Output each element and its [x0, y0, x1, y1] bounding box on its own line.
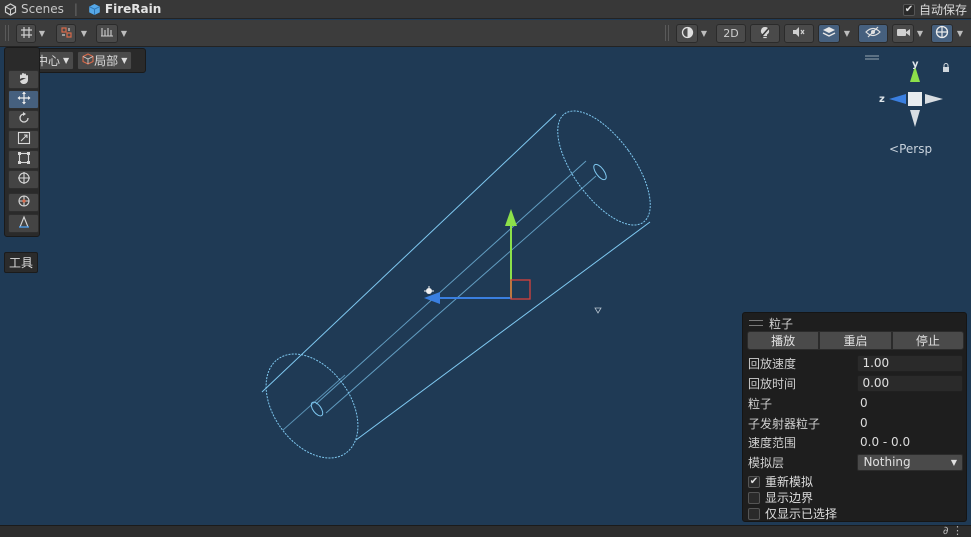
tools-overlay-label: 工具 — [8, 256, 33, 270]
playback-time-row: 回放时间 0.00 — [748, 374, 963, 392]
resimulate-checkbox[interactable]: ✔ — [748, 475, 760, 488]
play-button[interactable]: 播放 — [747, 331, 820, 350]
scale-icon — [17, 131, 31, 148]
simulation-layers-dropdown[interactable]: Nothing ▼ — [857, 453, 963, 471]
particles-label: 粒子 — [748, 396, 773, 411]
gizmo-z-cone[interactable] — [889, 94, 906, 104]
transform-all-icon — [17, 171, 31, 188]
rotate-icon — [17, 111, 31, 128]
projection-label: Persp — [899, 142, 933, 156]
gizmo-xy-plane-handle[interactable] — [510, 279, 531, 300]
simulation-layers-label: 模拟层 — [748, 455, 785, 470]
rotate-tool-button[interactable] — [8, 110, 39, 129]
gizmo-z-axis-arrow[interactable] — [424, 292, 440, 304]
local-cube-icon — [82, 53, 94, 68]
panel-grip-icon — [749, 320, 763, 326]
move-tool-button[interactable] — [8, 90, 39, 109]
playback-time-label: 回放时间 — [748, 376, 797, 391]
chevron-down-icon: ▼ — [121, 56, 128, 65]
chevron-down-icon: ▼ — [950, 457, 957, 467]
show-bounds-checkbox[interactable] — [748, 491, 760, 504]
sub-emitter-value: 0 — [860, 416, 868, 430]
hand-icon — [17, 71, 31, 88]
pivot-local-label: 局部 — [94, 54, 119, 68]
cone-edit-icon — [17, 215, 31, 232]
resimulate-toggle[interactable]: ✔ 重新模拟 — [748, 474, 813, 489]
show-bounds-label: 显示边界 — [765, 491, 814, 505]
persp-arrow-icon: < — [889, 142, 900, 156]
chevron-down-icon: ▼ — [63, 56, 70, 65]
show-selected-only-label: 仅显示已选择 — [765, 507, 838, 521]
gizmo-z-label: z — [879, 94, 885, 105]
pivot-local-button[interactable]: 局部 ▼ — [77, 51, 133, 70]
particle-playback-buttons: 播放 重启 停止 — [747, 331, 964, 350]
show-selected-only-toggle[interactable]: 仅显示已选择 — [748, 506, 837, 521]
tools-overlay-toggle[interactable]: 工具 — [4, 252, 38, 273]
gizmo-center-cube[interactable] — [908, 92, 922, 106]
particle-move-icon — [17, 194, 31, 211]
simulation-layers-row: 模拟层 Nothing ▼ — [748, 453, 963, 471]
light-bulb-scene-icon — [424, 286, 434, 294]
tools-overlay-panel — [4, 47, 40, 237]
rect-transform-icon — [17, 151, 31, 168]
scale-tool-button[interactable] — [8, 130, 39, 149]
shape-edit-tool-button[interactable] — [8, 214, 39, 233]
particle-effect-panel: 粒子 播放 重启 停止 回放速度 1.00 回放时间 0.00 粒子 0 子发射… — [742, 312, 967, 522]
particles-value: 0 — [860, 396, 868, 410]
status-bar: ∂ ⋮ — [0, 524, 971, 537]
speed-range-label: 速度范围 — [748, 435, 797, 450]
sub-emitter-row: 子发射器粒子 0 — [748, 414, 963, 432]
gizmo-neg-y-cone[interactable] — [910, 110, 920, 127]
stop-button[interactable]: 停止 — [891, 331, 964, 350]
resimulate-label: 重新模拟 — [765, 475, 814, 489]
sparkle-scene-icon — [594, 307, 602, 314]
gizmo-y-axis-arrow[interactable] — [505, 209, 517, 226]
particle-panel-header[interactable]: 粒子 — [749, 315, 793, 331]
speed-range-value: 0.0 - 0.0 — [860, 435, 911, 449]
simulation-layers-value: Nothing — [863, 455, 911, 469]
playback-speed-field[interactable]: 1.00 — [857, 354, 963, 372]
orientation-gizmo[interactable]: y z — [865, 55, 943, 127]
gizmo-neg-z-cone[interactable] — [925, 94, 943, 104]
move-arrows-icon — [17, 91, 31, 108]
custom-tool-button[interactable] — [8, 193, 39, 212]
projection-toggle[interactable]: <Persp — [889, 142, 932, 156]
speed-range-row: 速度范围 0.0 - 0.0 — [748, 433, 963, 451]
gizmo-y-label: y — [912, 59, 919, 70]
lock-icon[interactable] — [942, 63, 950, 75]
show-bounds-toggle[interactable]: 显示边界 — [748, 490, 813, 505]
particle-panel-title: 粒子 — [769, 316, 794, 331]
show-selected-only-checkbox[interactable] — [748, 507, 760, 520]
playback-speed-label: 回放速度 — [748, 356, 797, 371]
playback-speed-row: 回放速度 1.00 — [748, 354, 963, 372]
view-tool-button[interactable] — [8, 70, 39, 89]
status-bar-icons[interactable]: ∂ ⋮ — [943, 524, 963, 537]
sub-emitter-label: 子发射器粒子 — [748, 416, 821, 431]
transform-tool-button[interactable] — [8, 170, 39, 189]
particles-row: 粒子 0 — [748, 394, 963, 412]
particle-shape-cone-wireframe — [261, 110, 651, 459]
rect-tool-button[interactable] — [8, 150, 39, 169]
restart-button[interactable]: 重启 — [819, 331, 892, 350]
playback-time-field[interactable]: 0.00 — [857, 374, 963, 392]
